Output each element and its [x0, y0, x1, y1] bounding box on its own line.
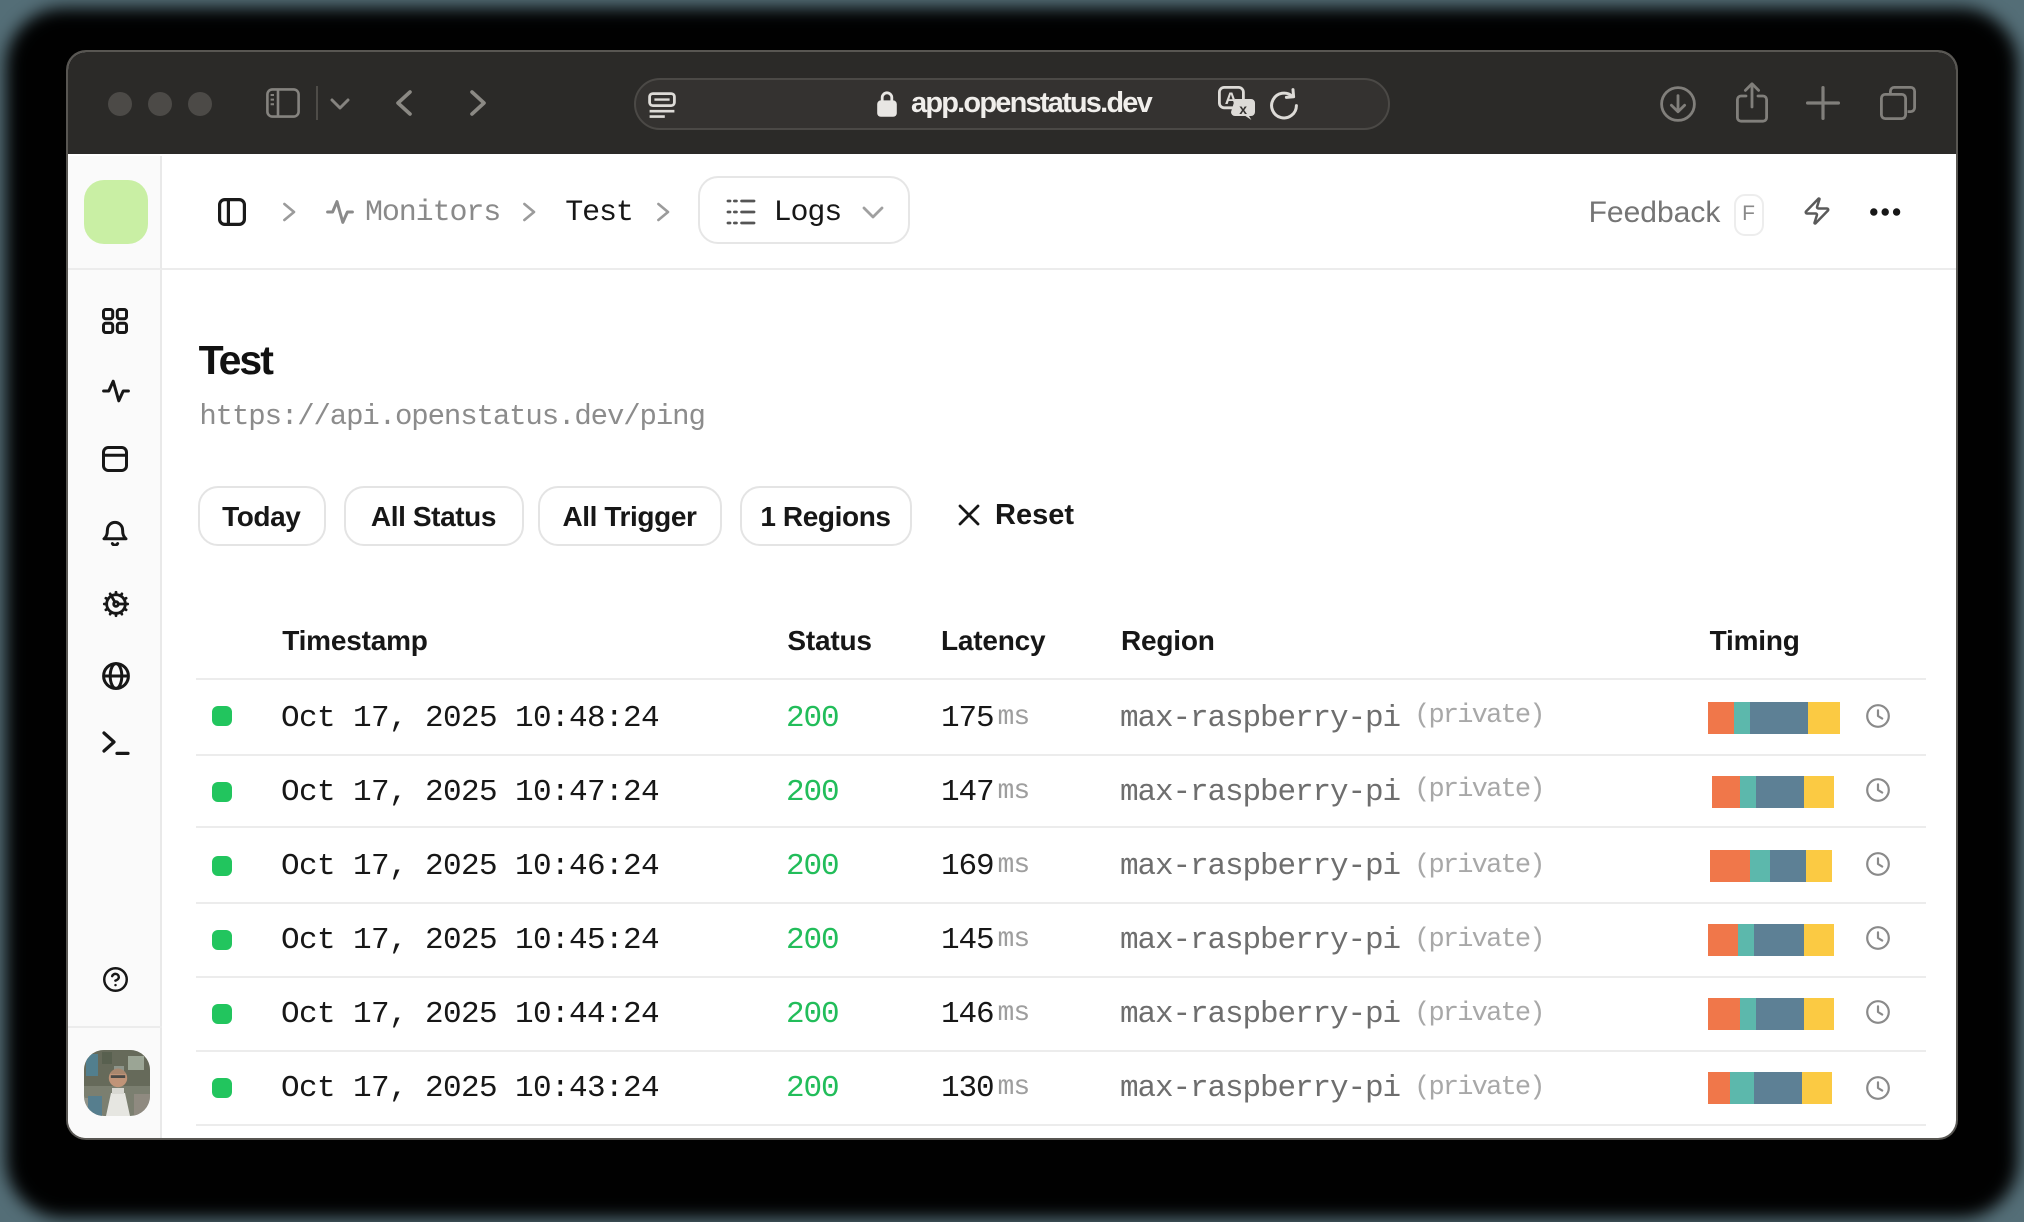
svg-text:x: x [1239, 101, 1247, 117]
